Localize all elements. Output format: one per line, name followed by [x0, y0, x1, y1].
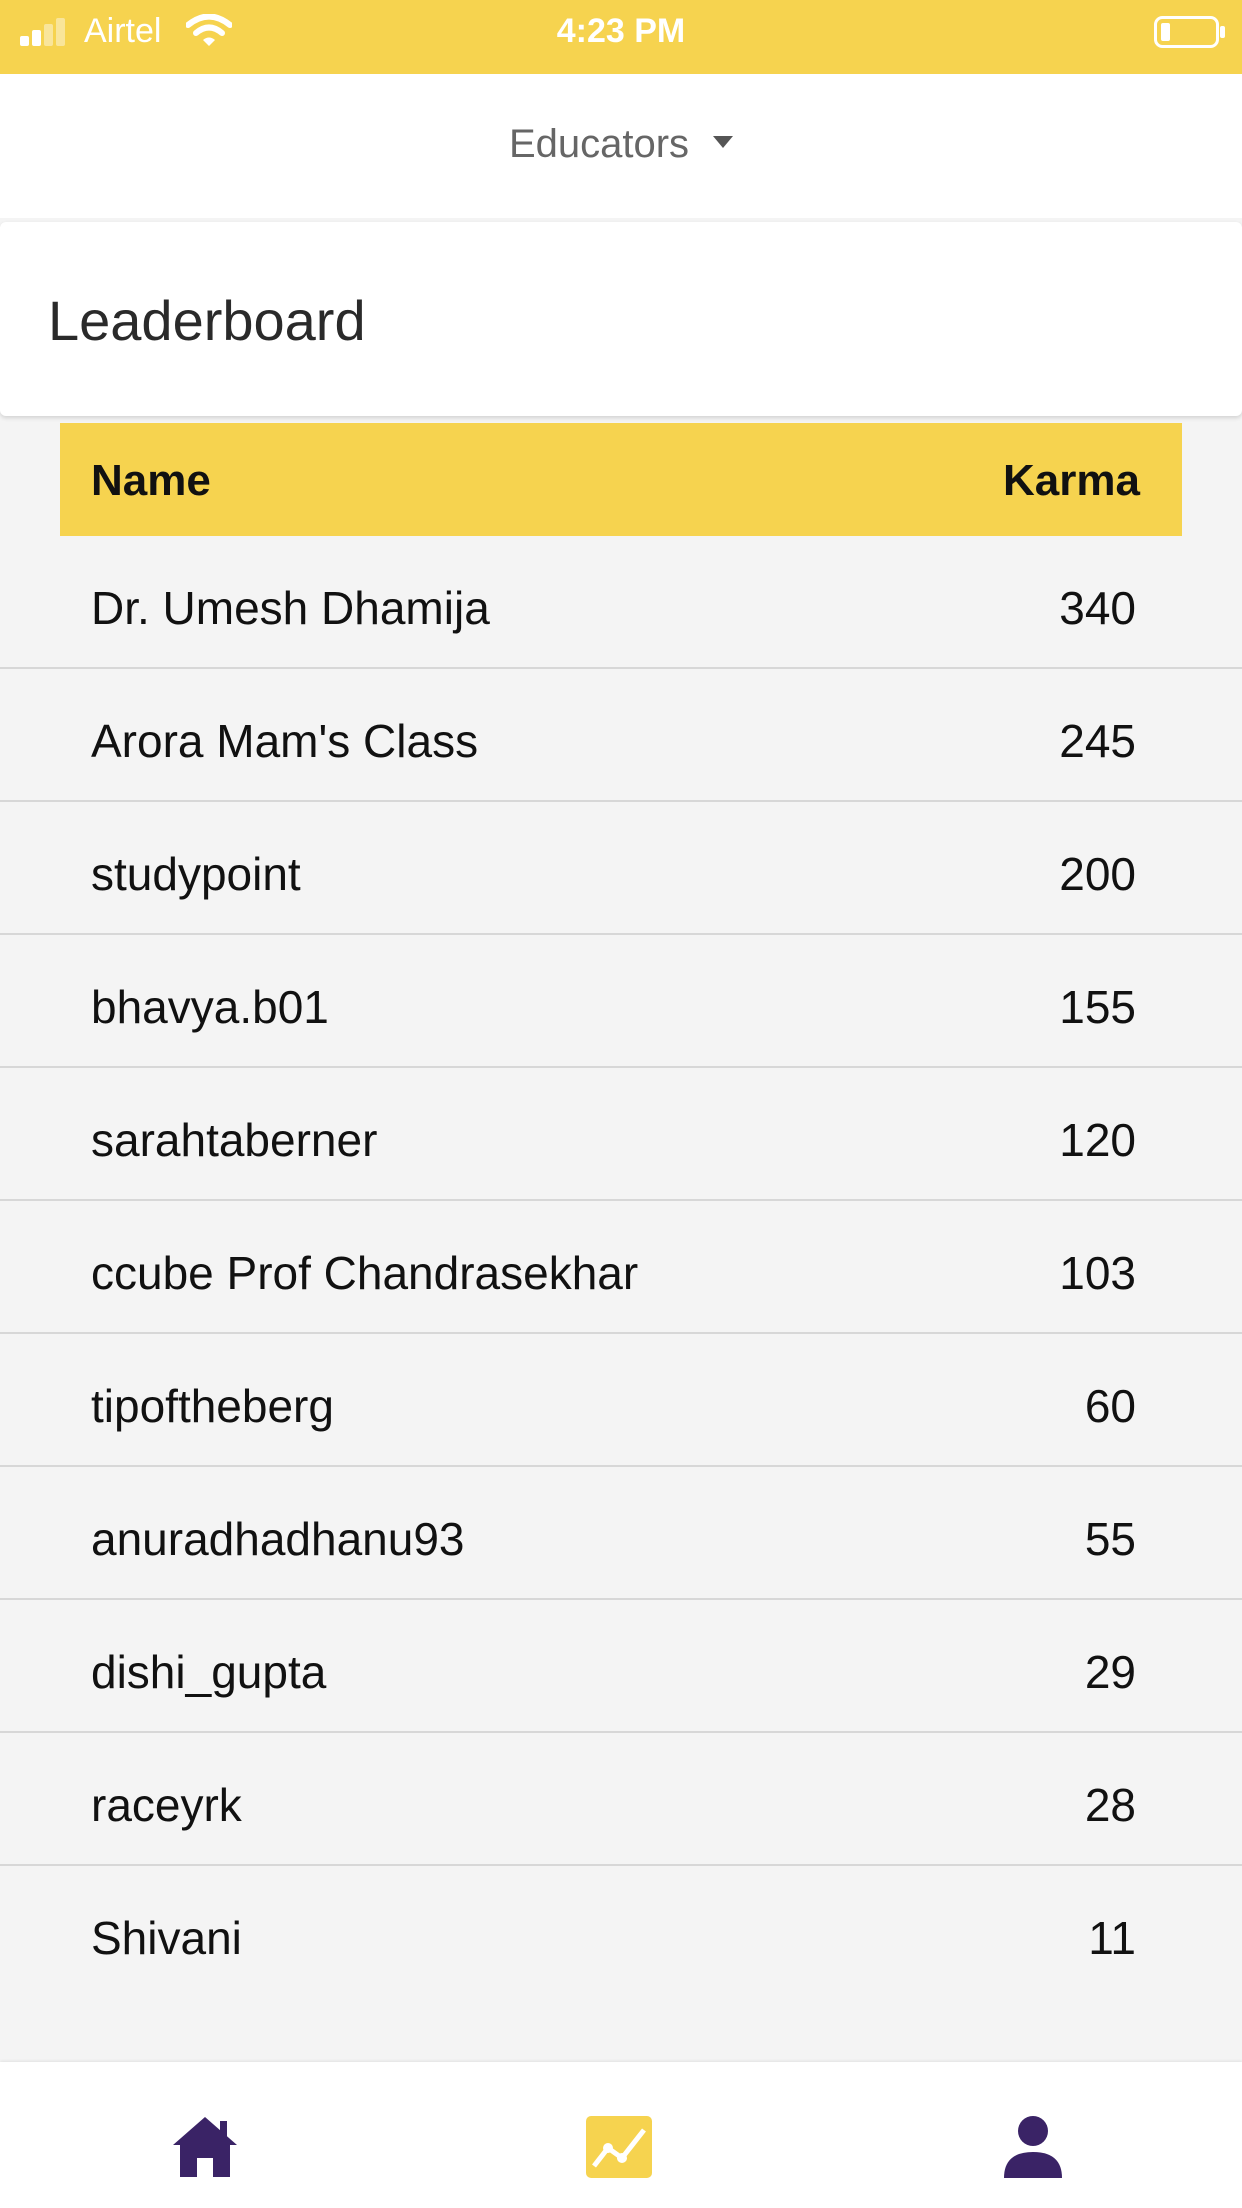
category-selector-bar: Educators	[0, 74, 1242, 218]
caret-down-icon	[713, 136, 734, 149]
table-row[interactable]: anuradhadhanu93 55	[0, 1467, 1242, 1600]
home-icon[interactable]	[170, 2114, 240, 2180]
battery-icon	[1154, 16, 1225, 48]
row-karma: 11	[1088, 1912, 1136, 1964]
row-name: Shivani	[91, 1912, 242, 1964]
row-karma: 55	[1084, 1513, 1136, 1565]
row-name: bhavya.b01	[91, 981, 329, 1033]
row-karma: 200	[1059, 848, 1136, 900]
row-name: tipoftheberg	[91, 1380, 334, 1432]
category-dropdown-label: Educators	[508, 122, 690, 166]
profile-icon[interactable]	[998, 2114, 1068, 2180]
table-row[interactable]: Shivani 11	[0, 1866, 1242, 1999]
table-row[interactable]: sarahtaberner 120	[0, 1068, 1242, 1201]
row-karma: 29	[1084, 1646, 1136, 1698]
row-karma: 245	[1059, 715, 1136, 767]
row-name: sarahtaberner	[91, 1114, 378, 1166]
row-karma: 155	[1059, 981, 1136, 1033]
table-header: Name Karma	[60, 423, 1182, 536]
status-time: 4:23 PM	[556, 12, 686, 50]
column-header-karma: Karma	[1003, 456, 1140, 505]
row-name: raceyrk	[91, 1779, 242, 1831]
leaderboard-card: Leaderboard	[0, 222, 1242, 416]
row-karma: 103	[1059, 1247, 1136, 1299]
leaderboard-list: Dr. Umesh Dhamija 340 Arora Mam's Class …	[0, 536, 1242, 1999]
table-row[interactable]: bhavya.b01 155	[0, 935, 1242, 1068]
category-dropdown[interactable]: Educators	[0, 122, 1242, 167]
table-row[interactable]: dishi_gupta 29	[0, 1600, 1242, 1733]
row-karma: 60	[1084, 1380, 1136, 1432]
table-row[interactable]: Dr. Umesh Dhamija 340	[0, 536, 1242, 669]
row-karma: 120	[1059, 1114, 1136, 1166]
table-row[interactable]: ccube Prof Chandrasekhar 103	[0, 1201, 1242, 1334]
status-bar: Airtel 4:23 PM	[0, 0, 1242, 74]
table-row[interactable]: Arora Mam's Class 245	[0, 669, 1242, 802]
row-karma: 340	[1059, 582, 1136, 634]
table-row[interactable]: studypoint 200	[0, 802, 1242, 935]
column-header-name: Name	[91, 456, 211, 505]
table-row[interactable]: raceyrk 28	[0, 1733, 1242, 1866]
bottom-nav	[0, 2062, 1242, 2208]
row-name: Arora Mam's Class	[91, 715, 479, 767]
row-name: anuradhadhanu93	[91, 1513, 465, 1565]
page-title: Leaderboard	[48, 289, 366, 352]
table-row[interactable]: tipoftheberg 60	[0, 1334, 1242, 1467]
row-name: ccube Prof Chandrasekhar	[91, 1247, 639, 1299]
row-name: Dr. Umesh Dhamija	[91, 582, 490, 634]
row-name: studypoint	[91, 848, 301, 900]
row-karma: 28	[1084, 1779, 1136, 1831]
stats-icon[interactable]	[584, 2114, 654, 2180]
row-name: dishi_gupta	[91, 1646, 327, 1698]
